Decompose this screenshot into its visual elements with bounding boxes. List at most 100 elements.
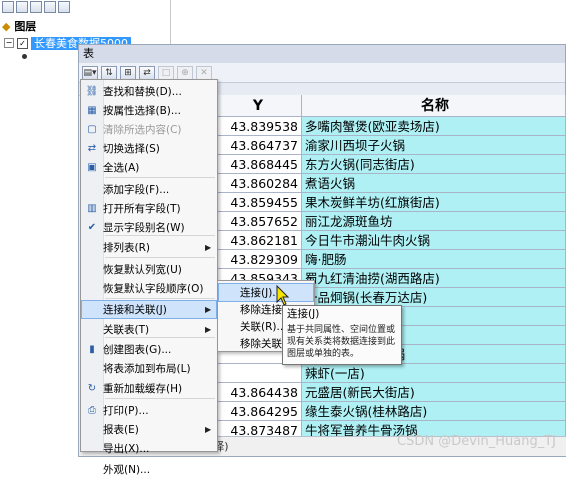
menu-item[interactable]: ▥ 打开所有字段(T) [81,199,217,218]
menu-item-label: 连接和关联(J) [103,304,167,316]
menu-item-label: 恢复默认字段顺序(O) [103,283,204,295]
menu-item[interactable]: 恢复默认列宽(U) [81,260,217,279]
select-by-attributes-button[interactable]: ⊞ [120,65,136,80]
cell-y[interactable]: 43.860284 [218,174,302,193]
menu-item[interactable]: 报表(E) ▶ [81,420,217,439]
menu-separator [105,257,215,258]
reload-icon: ↻ [87,383,97,394]
cell-name[interactable]: 嗨·肥肠 [302,250,566,269]
menu-item-label: 清除所选内容(C) [103,124,182,136]
layers-icon: ◆ [2,20,11,33]
menu-separator [105,337,215,338]
cell-name[interactable]: 东方火锅(同志街店) [302,155,566,174]
submenu-arrow-icon: ▶ [205,243,212,252]
menu-item-label: 创建图表(G)... [103,344,172,356]
switch-selection-button[interactable]: ⇄ [139,65,155,80]
menu-item[interactable]: ⎙ 打印(P)... [81,401,217,420]
menu-item-label: 全选(A) [103,162,140,174]
column-header-name[interactable]: 名称 [302,95,566,117]
menu-item[interactable]: 外观(N)... [81,460,217,479]
cell-name[interactable]: 煮语火锅 [302,174,566,193]
cell-y[interactable]: 43.864438 [218,383,302,402]
menu-item[interactable]: ↻ 重新加载缓存(H) [81,379,217,398]
binoculars-icon: ⛓ [85,86,99,97]
list-by-visibility-icon[interactable] [30,1,42,13]
menu-item[interactable]: ⇄ 切换选择(S) [81,139,217,158]
join-tooltip: 连接(J) 基于共同属性、空间位置或现有关系类将数据连接到此图层或单独的表。 [282,305,402,365]
column-header-y[interactable]: Y [218,95,302,117]
cell-y[interactable]: 43.864737 [218,136,302,155]
cell-name[interactable]: 今日牛市潮汕牛肉火锅 [302,231,566,250]
chart-icon: ▮ [89,344,95,355]
menu-item[interactable]: 添加字段(F)... [81,180,217,199]
mouse-cursor-icon [276,285,290,306]
switch-selection-icon: ⇄ [87,143,97,154]
related-tables-button[interactable]: ⇅ [101,65,117,80]
menu-item[interactable]: ▦ 按属性选择(B)... [81,101,217,120]
layer-visibility-checkbox[interactable]: ✓ [17,37,28,49]
options-icon[interactable] [58,1,70,13]
menu-item-label: 恢复默认列宽(U) [103,264,182,276]
tooltip-body: 基于共同属性、空间位置或现有关系类将数据连接到此图层或单独的表。 [287,325,396,359]
menu-item-label: 按属性选择(B)... [103,105,181,117]
cell-y[interactable]: 43.829309 [218,250,302,269]
list-by-selection-icon[interactable] [44,1,56,13]
cell-y[interactable] [218,364,302,383]
menu-separator [105,235,215,236]
toc-root-layers[interactable]: ◆ 图层 [2,18,36,34]
menu-separator [105,177,215,178]
cell-name[interactable]: 丽江龙源斑鱼坊 [302,212,566,231]
menu-item[interactable]: 将表添加到布局(L) [81,359,217,378]
menu-item-label: 打开所有字段(T) [103,203,181,215]
menu-separator [105,398,215,399]
clear-selection-button[interactable]: □ [158,65,174,80]
cell-name[interactable]: 辣虾(一店) [302,364,566,383]
menu-item[interactable]: ▣ 全选(A) [81,158,217,177]
list-by-source-icon[interactable] [16,1,28,13]
menu-item[interactable]: ⛓ 查找和替换(D)... [81,82,217,101]
delete-selected-button[interactable]: ✕ [196,65,212,80]
menu-item-label: 查找和替换(D)... [103,86,182,98]
cell-name[interactable]: 元盛居(新民大街店) [302,383,566,402]
table-options-button[interactable]: ▤▾ [82,65,98,80]
menu-item[interactable]: 恢复默认字段顺序(O) [81,279,217,298]
zoom-to-selected-button[interactable]: ⊕ [177,65,193,80]
menu-item-label: 导出(X)... [103,443,150,455]
submenu-arrow-icon: ▶ [205,305,212,314]
point-symbol-icon [22,54,27,59]
clear-selection-icon: ▢ [87,124,97,135]
list-by-drawing-order-icon[interactable] [2,1,14,13]
table-options-menu: ⛓ 查找和替换(D)... ▦ 按属性选择(B)... ▢ 清除所选内容(C) ⇄ 切换选择(… [80,79,218,476]
cell-y[interactable]: 43.839538 [218,117,302,136]
cell-name[interactable]: 蜀九红清油捞(湖西路店) [302,269,566,288]
cell-y[interactable]: 43.862181 [218,231,302,250]
menu-item[interactable]: 排列表(R) ▶ [81,238,217,257]
cell-name[interactable]: 缘生泰火锅(桂林路店) [302,402,566,421]
fields-icon: ▥ [87,203,97,214]
cell-name[interactable]: 果木炭鲜羊坊(红旗街店) [302,193,566,212]
menu-item[interactable]: ▮ 创建图表(G)... [81,340,217,359]
cell-y[interactable]: 43.864295 [218,402,302,421]
menu-item-label: 将表添加到布局(L) [103,363,191,375]
menu-item-label: 外观(N)... [103,464,151,476]
menu-item[interactable]: 导出(X)... [81,439,217,458]
window-title: 表 [79,45,565,63]
menu-item-label: 显示字段别名(W) [103,222,185,234]
cell-y[interactable]: 43.859455 [218,193,302,212]
cell-y[interactable]: 43.857652 [218,212,302,231]
submenu-arrow-icon: ▶ [205,425,212,434]
menu-item[interactable]: 连接和关联(J) ▶ [81,300,217,319]
checkmark-icon: ✔ [87,222,97,233]
menu-item-label: 排列表(R) [103,242,150,254]
select-by-attributes-icon: ▦ [87,105,97,116]
cell-name[interactable]: 渝家川西坝子火锅 [302,136,566,155]
menu-item[interactable]: ▢ 清除所选内容(C) [81,120,217,139]
cell-y[interactable]: 43.868445 [218,155,302,174]
print-icon: ⎙ [88,405,96,416]
watermark: CSDN @Devin_Huang_TJ [397,434,556,449]
cell-name[interactable]: 多嘴肉蟹煲(欧亚卖场店) [302,117,566,136]
menu-item-label: 报表(E) [103,424,139,436]
toc-toolbar [0,0,82,18]
collapse-icon[interactable]: − [4,38,14,48]
select-all-icon: ▣ [87,162,97,173]
